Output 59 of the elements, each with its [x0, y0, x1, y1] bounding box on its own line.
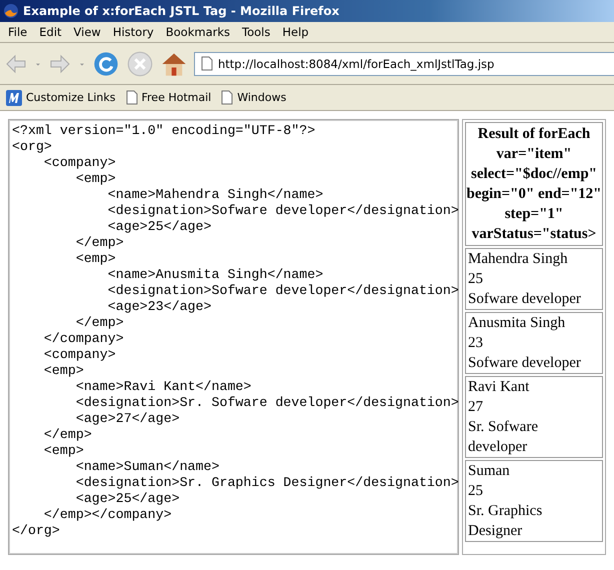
menu-item[interactable]: Edit: [33, 25, 68, 39]
code-line: </emp></company>: [42, 507, 173, 523]
employee-name: Anusmita Singh: [468, 314, 566, 333]
code-line: <name>Mahendra Singh</name>: [106, 187, 324, 203]
menu-item[interactable]: Help: [276, 25, 315, 39]
bookmark-link[interactable]: Customize Links: [6, 90, 116, 106]
employee-age: 25: [468, 482, 484, 501]
window-title: Example of x:forEach JSTL Tag - Mozilla Firefox: [23, 4, 340, 18]
code-line: <emp>: [42, 363, 85, 379]
stop-icon[interactable]: [126, 50, 154, 78]
employee-designation: Sr. Sofware developer: [468, 418, 539, 457]
employee-name: Suman: [468, 462, 511, 481]
employee-name: Ravi Kant: [468, 378, 530, 397]
code-line: <name>Suman</name>: [74, 459, 220, 475]
reload-icon[interactable]: [92, 50, 120, 78]
table-header: Result of forEach var="item" select="$doc//emp" begin="0" end="12" step="1" varStatus="status>: [465, 122, 603, 246]
code-line: <company>: [42, 347, 117, 363]
code-line: <designation>Sofware developer</designation>: [106, 203, 458, 219]
menu-item[interactable]: Tools: [236, 25, 276, 39]
code-line: <name>Ravi Kant</name>: [74, 379, 252, 395]
page-icon: [221, 90, 234, 105]
menu-item[interactable]: File: [2, 25, 34, 39]
menu-item[interactable]: Bookmarks: [160, 25, 236, 39]
code-line: <designation>Sofware developer</designation>: [106, 283, 458, 299]
employee-designation: Sr. Graphics Designer: [468, 502, 544, 541]
code-line: <age>23</age>: [106, 299, 212, 315]
code-line: <?xml version="1.0" encoding="UTF-8"?>: [12, 123, 316, 139]
code-line: <age>25</age>: [106, 219, 212, 235]
bookmark-link[interactable]: Free Hotmail: [126, 90, 212, 105]
code-line: <org>: [12, 139, 53, 155]
bookmark-logo-icon: [6, 90, 22, 106]
employee-designation: Sofware developer: [468, 354, 582, 373]
address-field[interactable]: http://localhost:8084/xml/forEach_xmlJstlTag.jsp: [194, 52, 614, 76]
code-line: </org>: [12, 523, 61, 539]
code-line: </emp>: [74, 235, 125, 251]
employee-name: Mahendra Singh: [468, 250, 569, 269]
code-line: <age>25</age>: [74, 491, 181, 507]
page-icon: [201, 56, 213, 71]
code-line: <designation>Sr. Sofware developer</designation>: [74, 395, 458, 411]
employee-age: 27: [468, 398, 484, 417]
browser-logo-icon: [3, 3, 19, 19]
bookmark-link[interactable]: Windows: [221, 90, 286, 105]
page-icon: [126, 90, 138, 105]
menu-item[interactable]: View: [68, 25, 107, 39]
code-line: <emp>: [74, 251, 117, 267]
code-line: </emp>: [74, 315, 125, 331]
employee-age: 23: [468, 334, 484, 353]
code-line: <emp>: [74, 171, 117, 187]
employee-age: 25: [468, 270, 484, 289]
code-line: </company>: [42, 331, 125, 347]
code-line: <name>Anusmita Singh</name>: [106, 267, 324, 283]
code-line: <emp>: [42, 443, 85, 459]
code-line: <age>27</age>: [74, 411, 181, 427]
employee-designation: Sofware developer: [468, 290, 582, 309]
code-line: </emp>: [42, 427, 93, 443]
code-line: <designation>Sr. Graphics Designer</designation>: [74, 475, 458, 491]
code-line: <company>: [42, 155, 117, 171]
menu-item[interactable]: History: [106, 25, 160, 39]
url-text: http://localhost:8084/xml/forEach_xmlJstlTag.jsp: [218, 56, 494, 70]
